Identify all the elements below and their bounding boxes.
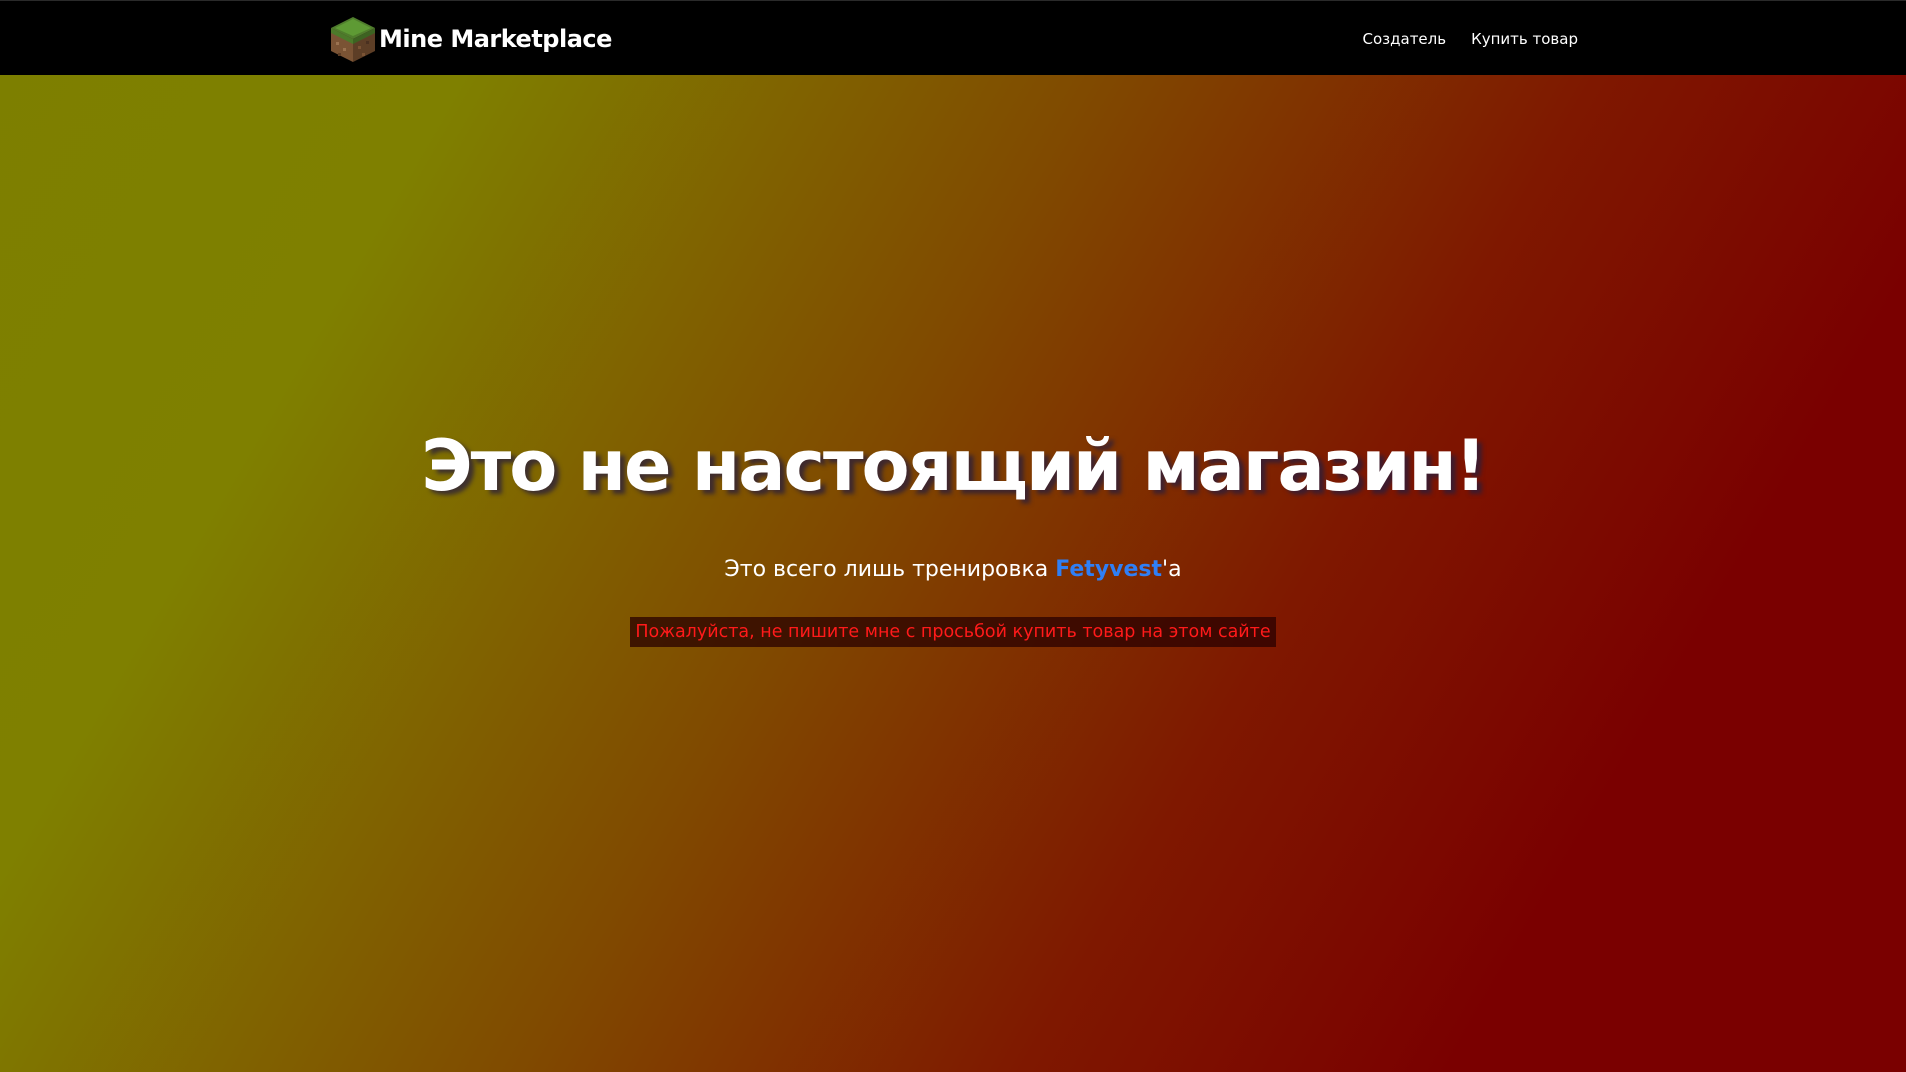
- nav-link-buy-item[interactable]: Купить товар: [1471, 30, 1578, 48]
- top-navbar: Mine Marketplace Создатель Купить товар: [0, 0, 1906, 75]
- hero-title: Это не настоящий магазин!: [421, 425, 1486, 507]
- nav-links: Создатель Купить товар: [1363, 1, 1579, 76]
- brand-name: Mine Marketplace: [379, 25, 612, 53]
- subtitle-suffix: 'a: [1162, 557, 1182, 582]
- author-link[interactable]: Fetyvest: [1055, 557, 1162, 582]
- warning-notice: Пожалуйста, не пишите мне с просьбой куп…: [630, 617, 1276, 647]
- warning-wrapper: Пожалуйста, не пишите мне с просьбой куп…: [0, 617, 1906, 647]
- hero-subtitle: Это всего лишь тренировка Fetyvest'a: [0, 557, 1906, 582]
- grass-block-icon: [331, 17, 375, 62]
- subtitle-prefix: Это всего лишь тренировка: [724, 557, 1056, 582]
- nav-link-creator[interactable]: Создатель: [1363, 30, 1447, 48]
- brand-link[interactable]: Mine Marketplace: [329, 15, 612, 63]
- hero-section: Это не настоящий магазин! Это всего лишь…: [0, 75, 1906, 1072]
